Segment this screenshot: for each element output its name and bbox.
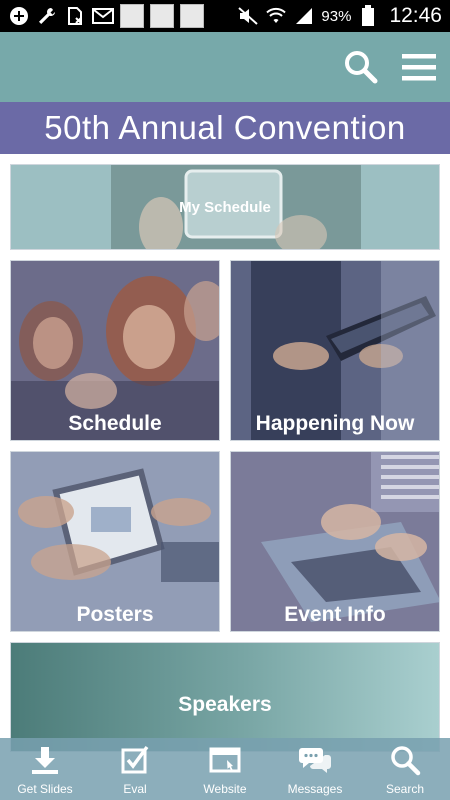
posters-label: Posters <box>76 603 154 626</box>
bottom-navigation: Get Slides Eval Website Messages Search <box>0 738 450 800</box>
nav-get-slides[interactable]: Get Slides <box>0 738 90 800</box>
nav-website-label: Website <box>203 782 247 796</box>
nav-eval-label: Eval <box>123 782 147 796</box>
checkbox-icon <box>118 744 152 776</box>
nav-messages[interactable]: Messages <box>270 738 360 800</box>
app-notification-1-icon <box>120 4 144 28</box>
nav-website[interactable]: Website <box>180 738 270 800</box>
event-info-tile[interactable]: Event Info <box>230 451 440 632</box>
clock: 12:46 <box>389 4 442 27</box>
status-bar: 93% 12:46 <box>0 0 450 32</box>
app-notification-3-icon <box>180 4 204 28</box>
happening-now-tile[interactable]: Happening Now <box>230 260 440 441</box>
battery-icon <box>357 5 379 27</box>
convention-banner: 50th Annual Convention <box>0 102 450 154</box>
wifi-icon <box>265 5 287 27</box>
my-schedule-label: My Schedule <box>179 199 271 216</box>
download-icon <box>28 744 62 776</box>
schedule-label: Schedule <box>68 412 162 435</box>
my-schedule-tile[interactable]: My Schedule <box>10 164 440 250</box>
battery-percent: 93% <box>321 7 352 25</box>
search-icon <box>345 51 378 84</box>
app-notification-2-icon <box>150 4 174 28</box>
mute-icon <box>237 5 259 27</box>
speakers-label: Speakers <box>178 693 272 716</box>
chat-bubbles-icon <box>298 744 332 776</box>
app-header <box>0 32 450 102</box>
nav-eval[interactable]: Eval <box>90 738 180 800</box>
header-menu-button[interactable] <box>398 46 440 88</box>
search-icon <box>388 744 422 776</box>
nav-get-slides-label: Get Slides <box>17 782 73 796</box>
signal-icon <box>293 5 315 27</box>
happening-now-label: Happening Now <box>255 412 415 435</box>
posters-tile[interactable]: Posters <box>10 451 220 632</box>
wrench-icon <box>36 5 58 27</box>
event-info-label: Event Info <box>284 603 386 626</box>
hamburger-menu-icon <box>402 54 436 81</box>
convention-title: 50th Annual Convention <box>44 109 406 146</box>
nav-search-label: Search <box>385 782 425 796</box>
notification-icons <box>0 4 204 28</box>
system-status: 93% 12:46 <box>237 4 450 28</box>
plus-icon <box>8 5 30 27</box>
schedule-tile[interactable]: Schedule <box>10 260 220 441</box>
app-screen: 93% 12:46 50th Annual Convention My Sche… <box>0 0 450 800</box>
sim-blocked-icon <box>64 5 86 27</box>
header-search-button[interactable] <box>340 46 382 88</box>
nav-messages-label: Messages <box>287 782 343 796</box>
gmail-icon <box>92 5 114 27</box>
browser-window-icon <box>208 744 242 776</box>
nav-search[interactable]: Search <box>360 738 450 800</box>
speakers-tile[interactable]: Speakers <box>10 642 440 752</box>
